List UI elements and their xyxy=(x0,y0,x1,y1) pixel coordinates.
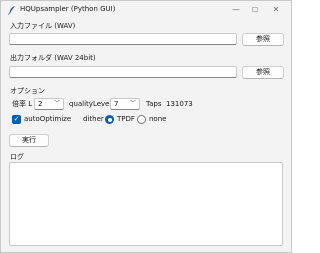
input-browse-button[interactable]: 参照 xyxy=(242,33,284,46)
maximize-icon[interactable]: ☐ xyxy=(248,4,262,16)
output-folder-field[interactable] xyxy=(9,66,237,78)
ratio-value: 2 xyxy=(38,100,43,108)
dither-label: dither xyxy=(83,115,104,123)
input-file-label: 入力ファイル (WAV) xyxy=(10,22,76,30)
chevron-down-icon: ﹀ xyxy=(53,100,60,107)
close-icon[interactable]: ✕ xyxy=(269,4,283,16)
feather-icon xyxy=(8,6,15,15)
options-label: オプション xyxy=(10,87,45,95)
quality-label: qualityLevel xyxy=(69,100,112,108)
auto-optimize-checkbox[interactable]: ✓ xyxy=(12,115,21,124)
minimize-icon[interactable]: — xyxy=(229,4,243,16)
app-window: HQUpsampler (Python GUI) — ☐ ✕ 入力ファイル (W… xyxy=(0,0,292,253)
auto-optimize-label: autoOptimize xyxy=(24,115,72,123)
chevron-down-icon: ﹀ xyxy=(129,100,136,107)
run-button[interactable]: 実行 xyxy=(9,134,49,147)
title-bar[interactable]: HQUpsampler (Python GUI) — ☐ ✕ xyxy=(1,1,291,19)
log-label: ログ xyxy=(10,153,24,161)
output-folder-label: 出力フォルダ (WAV 24bit) xyxy=(10,54,96,62)
taps-label: Taps xyxy=(146,100,162,108)
ratio-label: 倍率 L xyxy=(12,100,33,108)
dither-tpdf-radio[interactable] xyxy=(105,115,114,124)
dither-none-label: none xyxy=(149,115,167,123)
main-content: 入力ファイル (WAV) 参照 出力フォルダ (WAV 24bit) 参照 オプ… xyxy=(1,19,291,252)
quality-value: 7 xyxy=(114,100,119,108)
window-title: HQUpsampler (Python GUI) xyxy=(20,5,116,13)
taps-value: 131073 xyxy=(166,100,193,108)
ratio-select[interactable]: 2 ﹀ xyxy=(34,98,64,110)
output-browse-button[interactable]: 参照 xyxy=(242,66,284,79)
quality-select[interactable]: 7 ﹀ xyxy=(110,98,140,110)
dither-tpdf-label: TPDF xyxy=(117,115,135,123)
dither-none-radio[interactable] xyxy=(137,115,146,124)
input-file-field[interactable] xyxy=(9,33,237,45)
log-textarea[interactable] xyxy=(9,162,283,246)
